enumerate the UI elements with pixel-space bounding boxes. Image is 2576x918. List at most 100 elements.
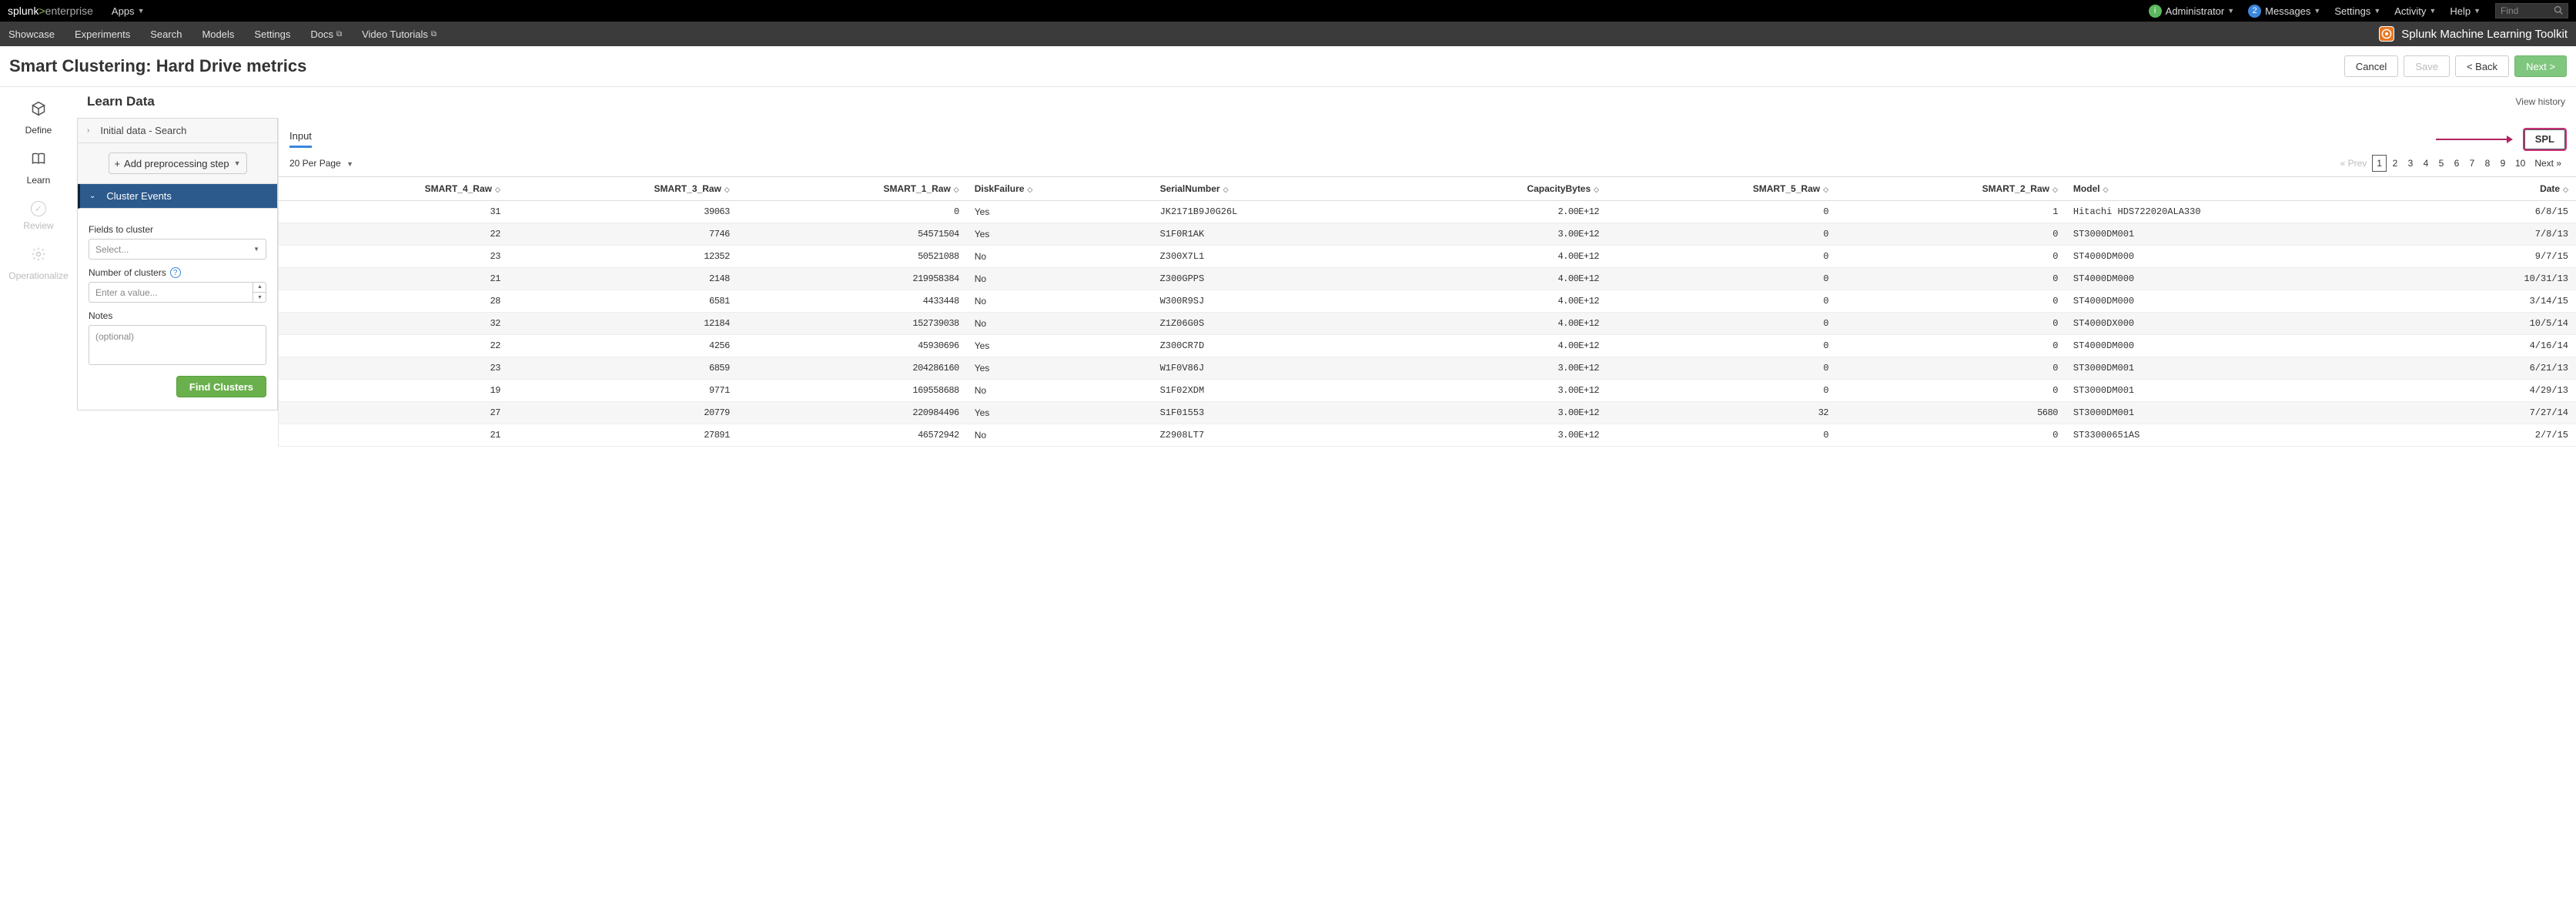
sort-icon: ◇ xyxy=(2052,186,2058,193)
pager-page-2[interactable]: 2 xyxy=(2388,155,2402,172)
back-button[interactable]: < Back xyxy=(2455,55,2509,77)
pager-page-8[interactable]: 8 xyxy=(2481,155,2494,172)
nav-video-tutorials[interactable]: Video Tutorials⧉ xyxy=(362,28,437,40)
table-row[interactable]: 212789146572942NoZ2908LT73.00E+1200ST330… xyxy=(279,424,2576,447)
administrator-menu[interactable]: i Administrator▼ xyxy=(2149,5,2235,18)
search-icon xyxy=(2554,5,2563,17)
fields-to-cluster-select[interactable]: Select... ▼ xyxy=(89,239,266,260)
next-button[interactable]: Next > xyxy=(2514,55,2567,77)
spl-button[interactable]: SPL xyxy=(2524,129,2565,149)
pager-page-6[interactable]: 6 xyxy=(2450,155,2464,172)
cell: 7746 xyxy=(508,223,738,246)
cell: 12352 xyxy=(508,246,738,268)
table-row[interactable]: 2720779220984496YesS1F015533.00E+1232568… xyxy=(279,402,2576,424)
cell: 6859 xyxy=(508,357,738,380)
cluster-events-row[interactable]: ⌄ Cluster Events xyxy=(78,184,277,209)
nav-settings[interactable]: Settings xyxy=(254,28,290,40)
cell: 0 xyxy=(1836,424,2066,447)
cell: Hitachi HDS722020ALA330 xyxy=(2066,201,2426,223)
pager-page-3[interactable]: 3 xyxy=(2404,155,2417,172)
cell: ST4000DM000 xyxy=(2066,290,2426,313)
col-CapacityBytes[interactable]: CapacityBytes◇ xyxy=(1387,177,1607,201)
nav-showcase[interactable]: Showcase xyxy=(8,28,55,40)
cell: JK2171B9J0G26L xyxy=(1153,201,1387,223)
nav-models[interactable]: Models xyxy=(202,28,234,40)
sort-icon: ◇ xyxy=(1823,186,1828,193)
cell: No xyxy=(967,380,1153,402)
table-row[interactable]: 199771169558688NoS1F02XDM3.00E+1200ST300… xyxy=(279,380,2576,402)
pager-page-1[interactable]: 1 xyxy=(2372,155,2387,172)
cell: 0 xyxy=(1836,223,2066,246)
cell: 4256 xyxy=(508,335,738,357)
table-row[interactable]: 236859204286160YesW1F0V86J3.00E+1200ST30… xyxy=(279,357,2576,380)
initial-data-label: Initial data - Search xyxy=(100,125,186,136)
brand-logo[interactable]: splunk>enterprise xyxy=(8,5,93,17)
step-down-button[interactable]: ▼ xyxy=(253,293,266,303)
input-tab[interactable]: Input xyxy=(289,130,312,148)
settings-menu[interactable]: Settings▼ xyxy=(2334,5,2380,17)
pager-page-9[interactable]: 9 xyxy=(2496,155,2510,172)
pager-page-10[interactable]: 10 xyxy=(2511,155,2529,172)
apps-menu[interactable]: Apps▼ xyxy=(112,5,145,17)
nav-experiments[interactable]: Experiments xyxy=(75,28,130,40)
add-preprocessing-button[interactable]: + Add preprocessing step ▼ xyxy=(109,152,247,174)
step-review[interactable]: ✓ Review xyxy=(23,201,53,231)
cell: 10/5/14 xyxy=(2425,313,2576,335)
cell: 21 xyxy=(279,268,508,290)
cell: No xyxy=(967,424,1153,447)
chevron-right-icon: › xyxy=(87,126,89,135)
nav-search[interactable]: Search xyxy=(150,28,182,40)
col-SMART_1_Raw[interactable]: SMART_1_Raw◇ xyxy=(738,177,967,201)
step-define[interactable]: Define xyxy=(25,101,52,136)
notes-textarea[interactable]: (optional) xyxy=(89,325,266,365)
table-row[interactable]: 3212184152739038NoZ1Z06G0S4.00E+1200ST40… xyxy=(279,313,2576,335)
col-SMART_5_Raw[interactable]: SMART_5_Raw◇ xyxy=(1607,177,1836,201)
col-SMART_2_Raw[interactable]: SMART_2_Raw◇ xyxy=(1836,177,2066,201)
table-row[interactable]: 22774654571504YesS1F0R1AK3.00E+1200ST300… xyxy=(279,223,2576,246)
pager-prev[interactable]: « Prev xyxy=(2337,155,2371,172)
cell: 0 xyxy=(1607,246,1836,268)
pager-page-4[interactable]: 4 xyxy=(2419,155,2433,172)
caret-down-icon: ▼ xyxy=(2374,7,2380,15)
step-learn[interactable]: Learn xyxy=(27,151,51,186)
cell: 21 xyxy=(279,424,508,447)
activity-menu[interactable]: Activity▼ xyxy=(2394,5,2436,17)
col-SMART_3_Raw[interactable]: SMART_3_Raw◇ xyxy=(508,177,738,201)
view-history-link[interactable]: View history xyxy=(2516,96,2565,107)
cell: 220984496 xyxy=(738,402,967,424)
messages-count-badge: 2 xyxy=(2248,5,2261,18)
cell: 50521088 xyxy=(738,246,967,268)
help-icon[interactable]: ? xyxy=(170,267,181,278)
save-button[interactable]: Save xyxy=(2404,55,2450,77)
cell: 10/31/13 xyxy=(2425,268,2576,290)
messages-menu[interactable]: 2 Messages▼ xyxy=(2248,5,2320,18)
pager-page-5[interactable]: 5 xyxy=(2434,155,2448,172)
global-search-input[interactable]: Find xyxy=(2495,3,2568,18)
table-row[interactable]: 31390630YesJK2171B9J0G26L2.00E+1201Hitac… xyxy=(279,201,2576,223)
cell: ST3000DM001 xyxy=(2066,402,2426,424)
initial-data-row[interactable]: › Initial data - Search xyxy=(78,119,277,143)
per-page-dropdown[interactable]: 20 Per Page ▼ xyxy=(289,158,353,169)
table-row[interactable]: 22425645930696YesZ300CR7D4.00E+1200ST400… xyxy=(279,335,2576,357)
step-up-button[interactable]: ▲ xyxy=(253,282,266,293)
pager-next[interactable]: Next » xyxy=(2531,155,2565,172)
step-operationalize[interactable]: Operationalize xyxy=(8,246,68,281)
nav-docs[interactable]: Docs⧉ xyxy=(310,28,342,40)
col-SMART_4_Raw[interactable]: SMART_4_Raw◇ xyxy=(279,177,508,201)
table-row[interactable]: 212148219958384NoZ300GPPS4.00E+1200ST400… xyxy=(279,268,2576,290)
caret-down-icon: ▼ xyxy=(234,159,241,167)
col-SerialNumber[interactable]: SerialNumber◇ xyxy=(1153,177,1387,201)
sort-icon: ◇ xyxy=(724,186,730,193)
table-row[interactable]: 2865814433448NoW300R9SJ4.00E+1200ST4000D… xyxy=(279,290,2576,313)
col-DiskFailure[interactable]: DiskFailure◇ xyxy=(967,177,1153,201)
cell: Z300X7L1 xyxy=(1153,246,1387,268)
table-row[interactable]: 231235250521088NoZ300X7L14.00E+1200ST400… xyxy=(279,246,2576,268)
cell: 2.00E+12 xyxy=(1387,201,1607,223)
help-menu[interactable]: Help▼ xyxy=(2450,5,2481,17)
col-Date[interactable]: Date◇ xyxy=(2425,177,2576,201)
num-clusters-input[interactable]: Enter a value... xyxy=(89,282,266,303)
pager-page-7[interactable]: 7 xyxy=(2465,155,2479,172)
col-Model[interactable]: Model◇ xyxy=(2066,177,2426,201)
find-clusters-button[interactable]: Find Clusters xyxy=(176,376,266,397)
cancel-button[interactable]: Cancel xyxy=(2344,55,2398,77)
